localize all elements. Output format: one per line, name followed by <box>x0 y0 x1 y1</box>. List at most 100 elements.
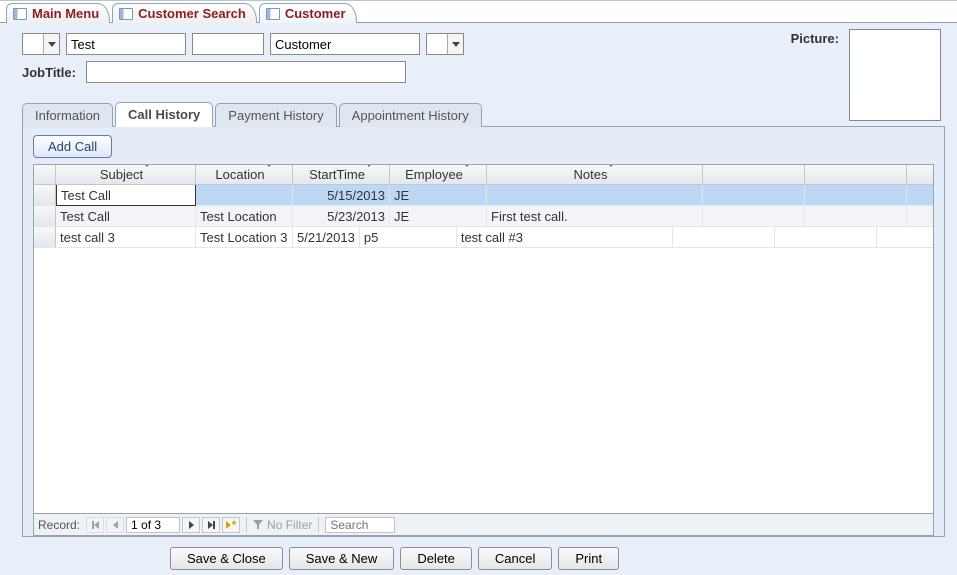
cell-starttime[interactable]: 5/21/2013 <box>293 227 360 247</box>
dropdown-button[interactable] <box>447 34 463 54</box>
table-row[interactable]: test call 3 Test Location 3 5/21/2013 p5… <box>34 227 933 248</box>
triangle-right-icon <box>189 521 194 529</box>
cell-starttime[interactable]: 5/15/2013 <box>293 185 390 205</box>
object-tabs: Main Menu Customer Search Customer <box>0 1 957 23</box>
tab-label: Customer Search <box>138 6 246 21</box>
chevron-down-icon <box>265 164 273 182</box>
button-label: Cancel <box>495 551 535 566</box>
cell-subject[interactable]: Test Call <box>56 206 196 226</box>
middle-name-input[interactable] <box>192 33 264 55</box>
delete-button[interactable]: Delete <box>400 547 472 570</box>
tab-page-call-history: Add Call Subject Location StartTime <box>22 127 945 537</box>
nav-last-button[interactable] <box>202 517 220 533</box>
sort-icon[interactable] <box>607 167 615 182</box>
tab-customer-search[interactable]: Customer Search <box>112 3 257 23</box>
cell-blank[interactable] <box>673 227 775 247</box>
cell-location[interactable] <box>196 185 293 205</box>
tab-information[interactable]: Information <box>22 103 113 127</box>
filter-label: No Filter <box>267 518 312 532</box>
picture-label: Picture: <box>791 29 839 46</box>
col-blank[interactable] <box>805 165 907 184</box>
record-navigator: Record: * No Filter <box>34 513 933 535</box>
jobtitle-label: JobTitle: <box>22 65 76 80</box>
record-position-box[interactable] <box>126 517 180 533</box>
nav-next-button[interactable] <box>182 517 200 533</box>
save-close-button[interactable]: Save & Close <box>170 547 283 570</box>
sort-icon[interactable] <box>365 167 373 182</box>
cell-blank[interactable] <box>805 185 907 205</box>
suffix-input[interactable] <box>427 34 447 54</box>
row-selector[interactable] <box>34 185 56 205</box>
row-selector[interactable] <box>34 206 56 226</box>
grid-body[interactable]: Test Call 5/15/2013 JE Test Call Test Lo… <box>34 185 933 513</box>
triangle-left-icon <box>94 521 99 529</box>
cell-starttime[interactable]: 5/23/2013 <box>293 206 390 226</box>
jobtitle-input[interactable] <box>86 61 406 83</box>
calls-grid: Subject Location StartTime Employee <box>33 164 934 536</box>
form-icon <box>13 8 27 20</box>
title-combo[interactable] <box>22 33 60 55</box>
table-row[interactable]: Test Call 5/15/2013 JE <box>34 185 933 206</box>
col-blank[interactable] <box>703 165 805 184</box>
filter-indicator[interactable]: No Filter <box>253 518 312 532</box>
dropdown-button[interactable] <box>43 34 59 54</box>
cell-location[interactable]: Test Location <box>196 206 293 226</box>
form-icon <box>119 8 133 20</box>
tab-main-menu[interactable]: Main Menu <box>6 3 110 23</box>
add-call-button[interactable]: Add Call <box>33 135 112 158</box>
cell-blank[interactable] <box>775 227 877 247</box>
sort-icon[interactable] <box>143 167 151 182</box>
row-selector[interactable] <box>34 227 56 247</box>
chevron-down-icon <box>607 164 615 182</box>
cell-notes[interactable]: First test call. <box>487 206 703 226</box>
cell-blank[interactable] <box>703 206 805 226</box>
cell-notes[interactable]: test call #3 <box>457 227 673 247</box>
col-starttime[interactable]: StartTime <box>293 165 390 184</box>
print-button[interactable]: Print <box>558 547 619 570</box>
title-input[interactable] <box>23 34 43 54</box>
triangle-right-icon <box>226 521 231 529</box>
nav-prev-button[interactable] <box>106 517 124 533</box>
cell-employee[interactable]: JE <box>390 206 487 226</box>
sort-icon[interactable] <box>463 167 471 182</box>
tab-customer[interactable]: Customer <box>259 3 357 23</box>
triangle-left-icon <box>113 521 118 529</box>
table-row[interactable]: Test Call Test Location 5/23/2013 JE Fir… <box>34 206 933 227</box>
cell-blank[interactable] <box>805 206 907 226</box>
cell-location[interactable]: Test Location 3 <box>196 227 293 247</box>
suffix-combo[interactable] <box>426 33 464 55</box>
cell-employee[interactable]: p5 <box>360 227 457 247</box>
cancel-button[interactable]: Cancel <box>478 547 552 570</box>
row-selector-header[interactable] <box>34 165 56 184</box>
funnel-icon <box>253 520 263 530</box>
col-label: Location <box>215 167 264 182</box>
col-employee[interactable]: Employee <box>390 165 487 184</box>
cell-subject[interactable]: test call 3 <box>56 227 196 247</box>
nav-new-button[interactable]: * <box>222 517 240 533</box>
tab-appointment-history[interactable]: Appointment History <box>339 103 482 127</box>
cell-blank[interactable] <box>703 185 805 205</box>
tab-label: Main Menu <box>32 6 99 21</box>
picture-frame[interactable] <box>849 29 941 121</box>
col-subject[interactable]: Subject <box>56 165 196 184</box>
chevron-down-icon <box>143 164 151 182</box>
picture-block: Picture: <box>791 29 941 121</box>
save-new-button[interactable]: Save & New <box>289 547 395 570</box>
col-location[interactable]: Location <box>196 165 293 184</box>
sort-icon[interactable] <box>265 167 273 182</box>
col-label: Notes <box>574 167 608 182</box>
cell-notes[interactable] <box>487 185 703 205</box>
tab-label: Call History <box>128 107 200 122</box>
nav-first-button[interactable] <box>86 517 104 533</box>
cell-employee[interactable]: JE <box>390 185 487 205</box>
col-notes[interactable]: Notes <box>487 165 703 184</box>
first-name-input[interactable] <box>66 33 186 55</box>
record-label: Record: <box>38 518 80 532</box>
record-search-box[interactable] <box>325 517 395 533</box>
cell-subject[interactable]: Test Call <box>56 185 196 206</box>
tab-call-history[interactable]: Call History <box>115 102 213 127</box>
separator <box>318 517 319 533</box>
tab-payment-history[interactable]: Payment History <box>215 103 336 127</box>
last-name-input[interactable] <box>270 33 420 55</box>
tab-label: Appointment History <box>352 108 469 123</box>
